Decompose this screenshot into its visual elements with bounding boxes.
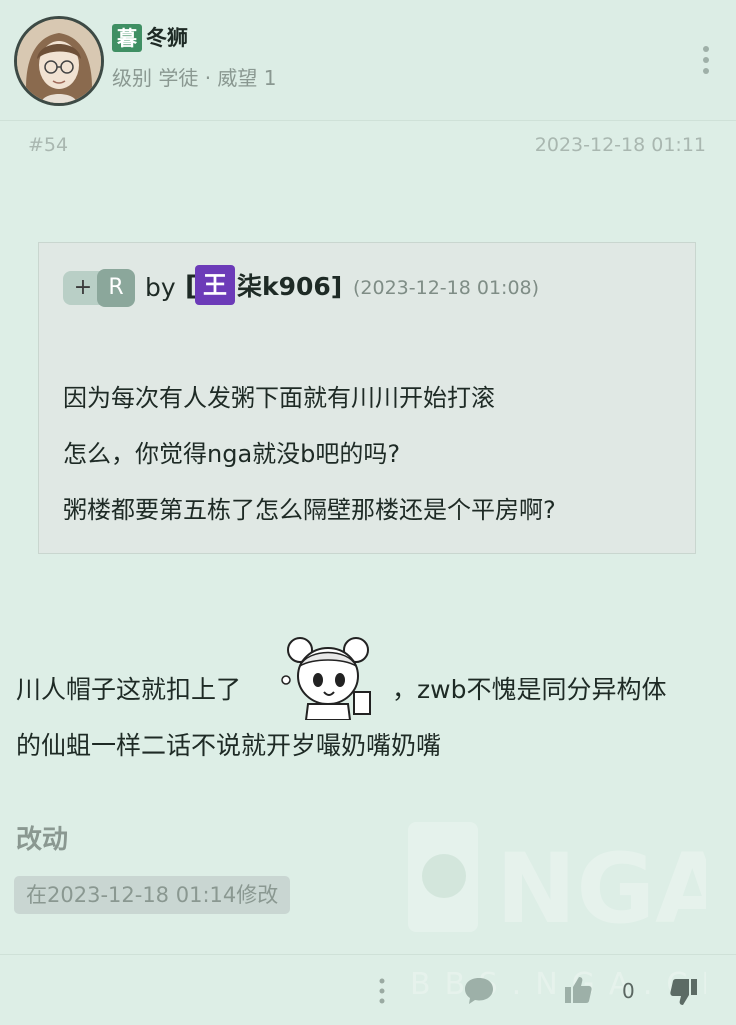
quote-line: 粥楼都要第五栋了怎么隔壁那楼还是个平房啊? [63,496,556,524]
user-level-badge: 暮 [112,24,142,52]
thumbs-up-icon[interactable] [562,974,594,1006]
quote-author[interactable]: 柒k906] [237,269,342,305]
avatar-illustration [17,19,101,103]
quote-block: + R by [ 王 柒k906] (2023-12-18 01:08) 因为每… [38,242,696,554]
username[interactable]: 冬狮 [146,24,188,52]
more-vert-icon[interactable] [374,976,390,1006]
post-body-line: 川人帽子这就扣上了 [16,675,242,704]
post-timestamp: 2023-12-18 01:11 [534,134,706,156]
quote-author-badge: 王 [195,265,235,305]
edit-section-title: 改动 [16,825,69,855]
avatar[interactable] [14,16,104,106]
quote-line: 怎么，你觉得nga就没b吧的吗? [63,440,401,468]
post-number: #54 [28,134,69,156]
quote-by-label: by [145,273,176,302]
watermark-logo: NGA [496,833,706,945]
like-count: 0 [622,979,635,1003]
post-body-line: ，zwb不愧是同分异构体 [392,675,667,704]
sticker-image [281,637,371,720]
thumbs-down-icon[interactable] [668,976,700,1008]
quote-line: 因为每次有人发粥下面就有川川开始打滚 [63,384,495,412]
more-vert-icon[interactable] [696,42,716,78]
post-header: 暮 冬狮 级别 学徒 · 威望 1 [0,0,736,121]
user-meta: 级别 学徒 · 威望 1 [112,66,277,90]
quote-date: (2023-12-18 01:08) [353,277,540,299]
edit-note: 在2023-12-18 01:14修改 [14,876,291,914]
reply-button[interactable]: R [97,269,135,307]
post-body-line: 的仙蛆一样二话不说就开岁嘬奶嘴奶嘴 [16,731,442,760]
comment-icon[interactable] [462,974,496,1006]
